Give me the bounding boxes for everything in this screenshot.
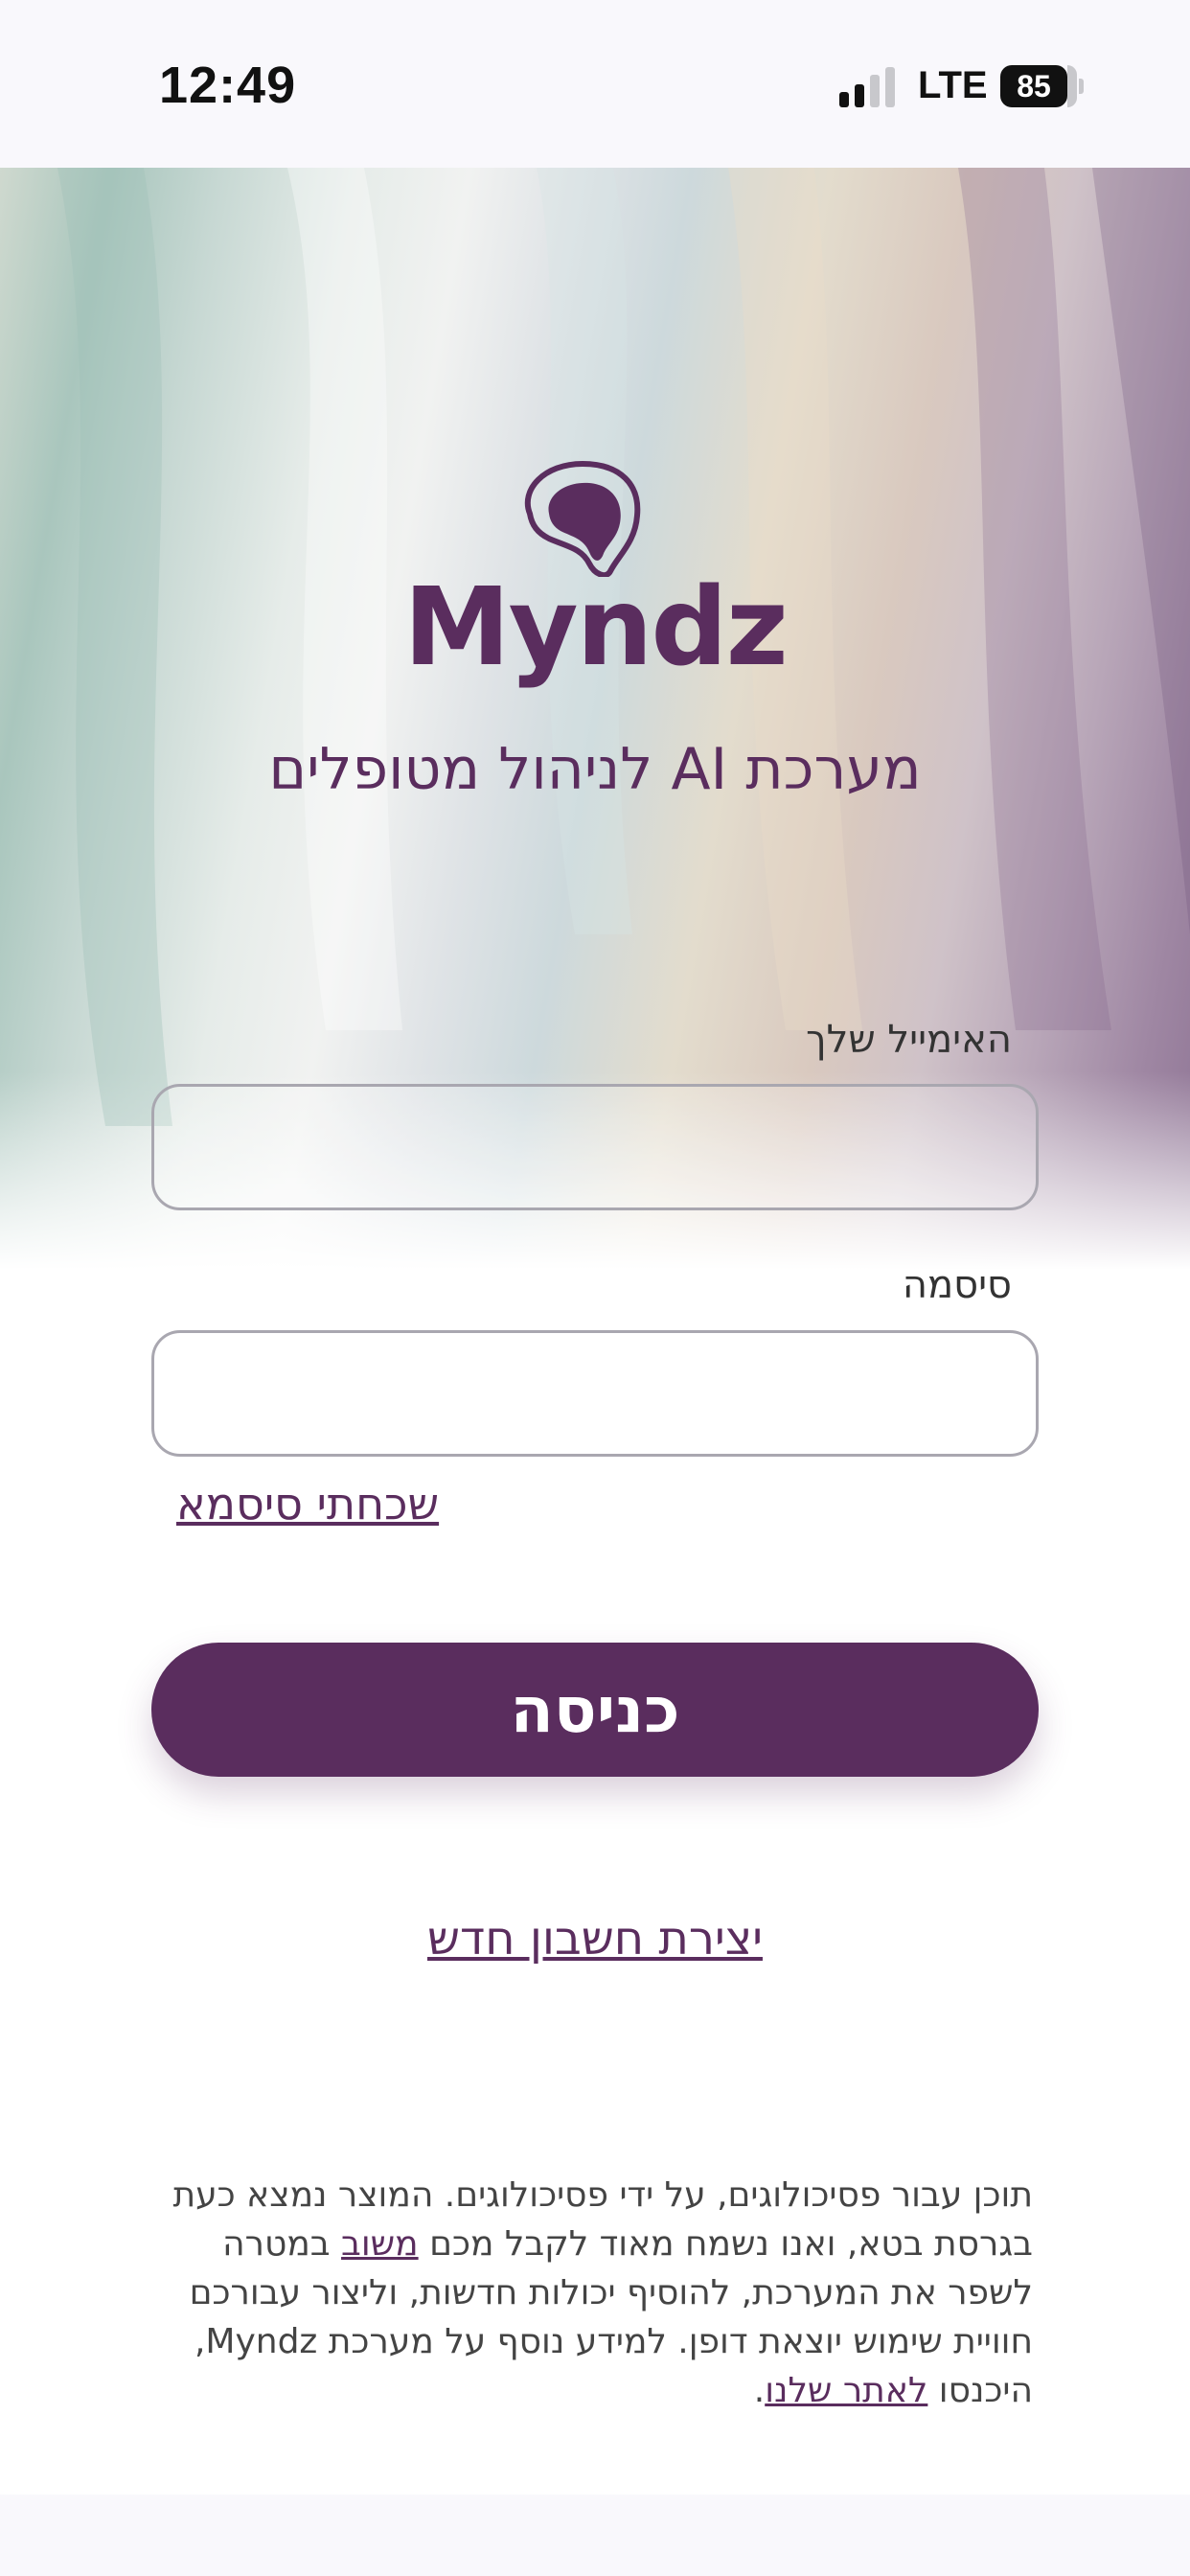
login-button[interactable]: כניסה: [151, 1643, 1039, 1777]
cellular-signal-icon: [839, 67, 895, 107]
brain-icon: [524, 460, 641, 577]
battery-cap: [1079, 79, 1084, 94]
email-field[interactable]: [151, 1084, 1039, 1210]
disclaimer-end: .: [753, 2371, 766, 2410]
password-label: סיסמה: [902, 1263, 1012, 1307]
create-account-link[interactable]: יצירת חשבון חדש: [427, 1912, 763, 1966]
status-time: 12:49: [159, 57, 297, 114]
battery-icon: 85: [1000, 65, 1084, 107]
forgot-password-link[interactable]: שכחתי סיסמא: [176, 1478, 439, 1530]
tagline: מערכת AI לניהול מטופלים: [268, 736, 922, 803]
website-link[interactable]: לאתר שלנו: [765, 2371, 927, 2410]
email-label: האימייל שלך: [806, 1018, 1012, 1062]
battery-empty-portion: [1067, 65, 1077, 107]
network-type: LTE: [918, 64, 988, 106]
bottom-bar: [0, 2495, 1190, 2576]
brand-name: Myndz: [403, 565, 789, 690]
create-account-link-wrapper: יצירת חשבון חדש: [0, 1912, 1190, 1966]
password-field[interactable]: [151, 1330, 1039, 1457]
battery-level: 85: [1000, 65, 1067, 107]
feedback-link[interactable]: משוב: [341, 2224, 419, 2264]
disclaimer-text: תוכן עבור פסיכולוגים, על ידי פסיכולוגים.…: [161, 2171, 1033, 2415]
status-bar: 12:49 LTE 85: [0, 0, 1190, 168]
